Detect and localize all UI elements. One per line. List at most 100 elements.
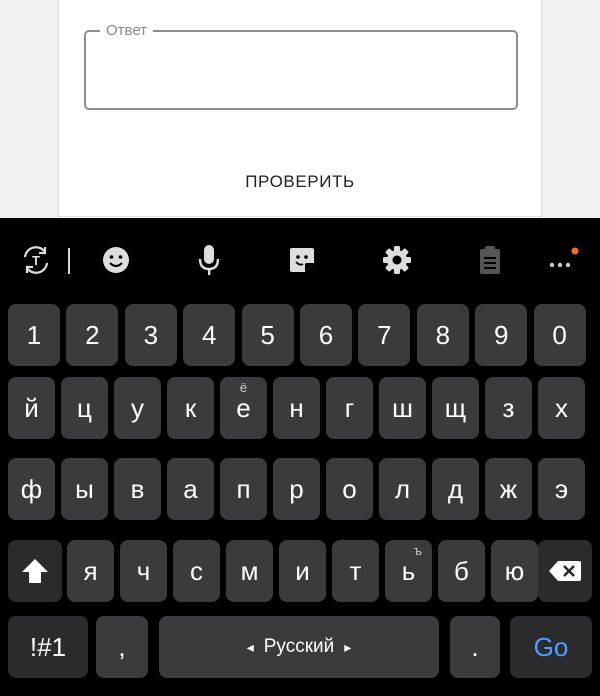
- go-key[interactable]: Go: [510, 616, 592, 678]
- key-й[interactable]: й: [8, 377, 55, 439]
- key-с[interactable]: с: [173, 540, 220, 602]
- key-5[interactable]: 5: [241, 304, 294, 366]
- key-ж[interactable]: ж: [485, 458, 532, 520]
- space-left-arrow: ◂: [246, 638, 254, 655]
- notification-dot: [571, 247, 579, 255]
- key-label: т: [349, 555, 362, 586]
- key-label: ю: [504, 555, 525, 586]
- shift-key[interactable]: [8, 540, 62, 602]
- answer-label: Ответ: [100, 21, 154, 41]
- text-mode-icon[interactable]: T: [16, 240, 56, 280]
- key-ч[interactable]: ч: [120, 540, 167, 602]
- key-о[interactable]: о: [326, 458, 373, 520]
- key-alt-label: ё: [239, 380, 248, 395]
- key-п[interactable]: п: [220, 458, 267, 520]
- key-8[interactable]: 8: [416, 304, 469, 366]
- key-9[interactable]: 9: [475, 304, 528, 366]
- key-label: щ: [444, 392, 467, 423]
- key-д[interactable]: д: [432, 458, 479, 520]
- key-ф[interactable]: ф: [8, 458, 55, 520]
- key-label: 9: [493, 319, 509, 350]
- key-label: 3: [143, 319, 159, 350]
- key-и[interactable]: и: [279, 540, 326, 602]
- clipboard-icon[interactable]: [470, 240, 510, 280]
- key-к[interactable]: к: [167, 377, 214, 439]
- keyboard-toolbar: T: [0, 218, 600, 304]
- period-key[interactable]: .: [450, 616, 500, 678]
- key-э[interactable]: э: [538, 458, 585, 520]
- key-ш[interactable]: ш: [379, 377, 426, 439]
- key-б[interactable]: б: [438, 540, 485, 602]
- space-language-label: Русский: [263, 636, 335, 657]
- key-label: х: [555, 392, 568, 423]
- key-р[interactable]: р: [273, 458, 320, 520]
- key-label: б: [454, 555, 469, 586]
- emoji-icon[interactable]: [96, 240, 136, 280]
- key-label: ш: [392, 392, 413, 423]
- key-ы[interactable]: ы: [61, 458, 108, 520]
- key-6[interactable]: 6: [300, 304, 352, 366]
- key-label: а: [183, 473, 198, 504]
- key-а[interactable]: а: [167, 458, 214, 520]
- key-label: с: [190, 555, 203, 586]
- key-label: о: [342, 473, 357, 504]
- key-label: м: [240, 555, 259, 586]
- symbols-key[interactable]: !#1: [8, 616, 88, 678]
- key-label: н: [289, 392, 304, 423]
- backspace-icon: [549, 561, 581, 581]
- key-label: 2: [85, 319, 100, 350]
- key-label: ж: [499, 473, 518, 504]
- sticker-icon[interactable]: [282, 240, 322, 280]
- quiz-card: Ответ ПРОВЕРИТЬ: [58, 0, 542, 217]
- key-label: 6: [318, 319, 334, 350]
- backspace-key[interactable]: [538, 540, 592, 602]
- key-label: п: [236, 473, 251, 504]
- key-щ[interactable]: щ: [432, 377, 479, 439]
- key-label: ы: [75, 473, 94, 504]
- key-label: 8: [435, 319, 451, 350]
- key-label: ф: [20, 473, 43, 504]
- key-2[interactable]: 2: [66, 304, 119, 366]
- key-label: 4: [201, 319, 217, 350]
- settings-icon[interactable]: [377, 240, 417, 280]
- key-х[interactable]: х: [538, 377, 585, 439]
- more-icon[interactable]: [541, 240, 581, 280]
- key-ь[interactable]: ьъ: [385, 540, 432, 602]
- microphone-icon[interactable]: [189, 240, 229, 280]
- key-я[interactable]: я: [67, 540, 114, 602]
- key-л[interactable]: л: [379, 458, 426, 520]
- comma-key[interactable]: ,: [96, 616, 148, 678]
- key-е[interactable]: её: [220, 377, 267, 439]
- keyboard: T 1 2 3 4 5 6 7 8 9 0 й ц у к е ё н г ш …: [0, 218, 600, 696]
- key-з[interactable]: з: [485, 377, 532, 439]
- key-label: ь: [401, 555, 416, 586]
- key-ц[interactable]: ц: [61, 377, 108, 439]
- answer-input[interactable]: Ответ: [84, 21, 518, 110]
- key-label: ч: [136, 555, 151, 586]
- key-label: 7: [377, 319, 392, 350]
- key-в[interactable]: в: [114, 458, 161, 520]
- key-г[interactable]: г: [326, 377, 373, 439]
- key-label: 0: [552, 319, 567, 350]
- key-label: л: [394, 473, 411, 504]
- key-label: г: [344, 392, 355, 423]
- key-3[interactable]: 3: [124, 304, 177, 366]
- svg-text:T: T: [32, 253, 40, 268]
- key-label: к: [184, 392, 197, 423]
- key-label: в: [130, 473, 145, 504]
- key-м[interactable]: м: [226, 540, 273, 602]
- key-ю[interactable]: ю: [491, 540, 538, 602]
- key-label: й: [24, 392, 39, 423]
- key-label: р: [289, 473, 304, 504]
- key-1[interactable]: 1: [8, 304, 60, 366]
- space-key[interactable]: ◂ Русский ▸: [159, 616, 439, 678]
- key-7[interactable]: 7: [358, 304, 411, 366]
- key-label: е: [236, 392, 251, 423]
- key-у[interactable]: у: [114, 377, 161, 439]
- check-button[interactable]: ПРОВЕРИТЬ: [59, 172, 541, 192]
- key-т[interactable]: т: [332, 540, 379, 602]
- key-0[interactable]: 0: [533, 304, 586, 366]
- key-label: у: [131, 392, 144, 423]
- key-н[interactable]: н: [273, 377, 320, 439]
- key-4[interactable]: 4: [183, 304, 236, 366]
